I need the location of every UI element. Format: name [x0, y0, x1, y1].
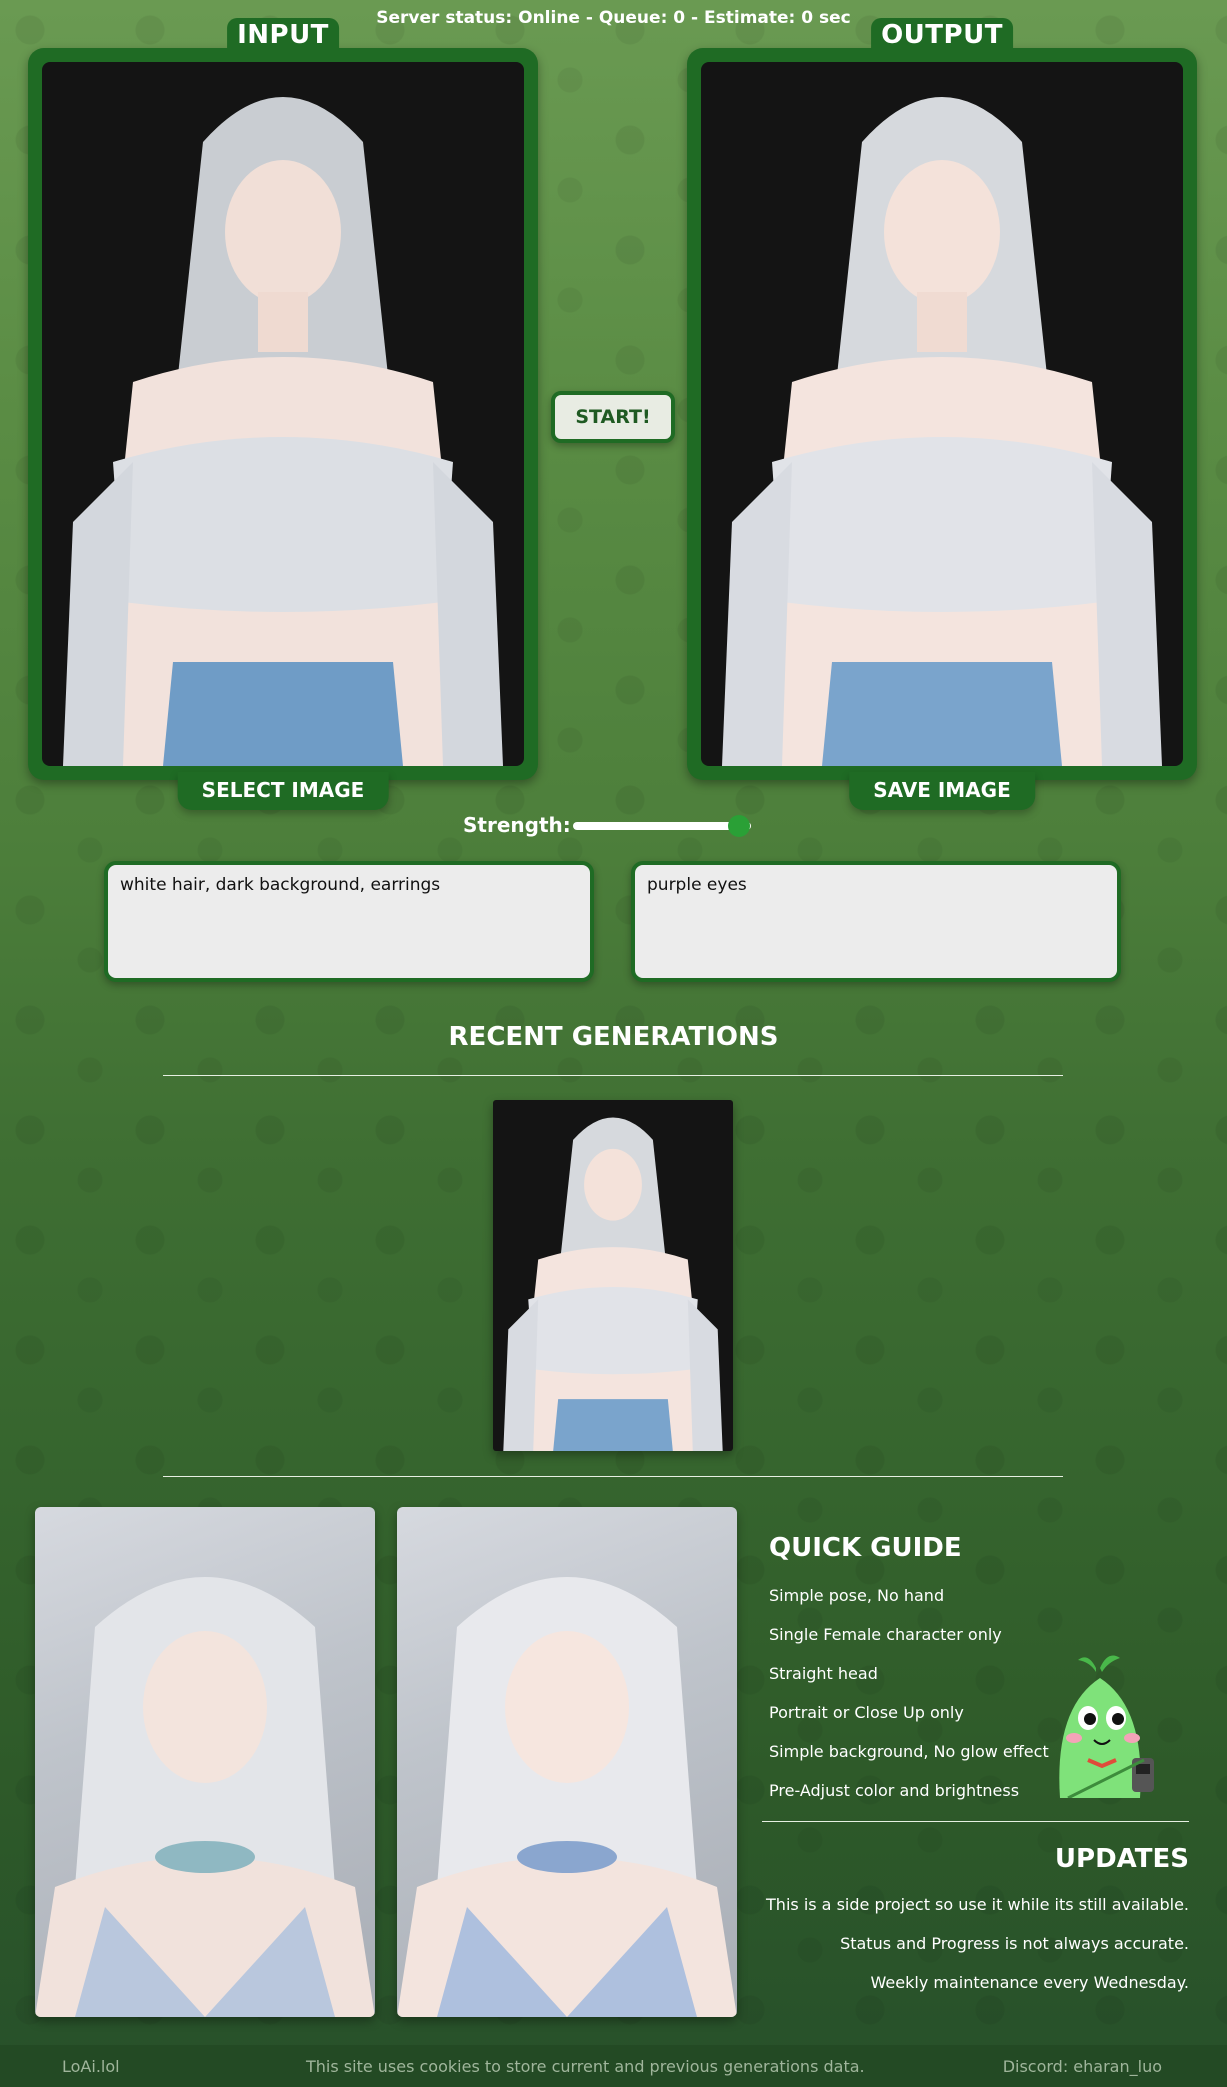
- update-item: This is a side project so use it while i…: [766, 1895, 1189, 1914]
- start-button[interactable]: START!: [551, 391, 675, 443]
- output-image: [701, 62, 1183, 766]
- recent-generations-title: RECENT GENERATIONS: [448, 1022, 779, 1052]
- guide-item: Pre-Adjust color and brightness: [769, 1781, 1020, 1800]
- footer-site-link[interactable]: LoAi.lol: [62, 2057, 120, 2076]
- update-item: Weekly maintenance every Wednesday.: [870, 1973, 1189, 1992]
- input-image[interactable]: [42, 62, 524, 766]
- positive-prompt-input[interactable]: white hair, dark background, earrings: [104, 861, 594, 982]
- guide-item: Single Female character only: [769, 1625, 1002, 1644]
- updates-list: This is a side project so use it while i…: [766, 1895, 1189, 2012]
- updates-title: UPDATES: [1054, 1844, 1189, 1874]
- guide-item: Simple pose, No hand: [769, 1586, 945, 1605]
- footer: LoAi.lol This site uses cookies to store…: [0, 2045, 1227, 2087]
- strength-slider-thumb[interactable]: [727, 815, 750, 837]
- save-image-button[interactable]: SAVE IMAGE: [849, 772, 1035, 810]
- quick-guide-list: Simple pose, No hand Single Female chara…: [769, 1586, 1049, 1820]
- sample-after-image: [397, 1507, 737, 2017]
- quick-guide-title: QUICK GUIDE: [769, 1533, 962, 1563]
- guide-divider: [762, 1821, 1189, 1822]
- recent-generation-thumbnail[interactable]: [493, 1100, 733, 1451]
- input-character-image: [63, 97, 503, 766]
- update-item: Status and Progress is not always accura…: [840, 1934, 1189, 1953]
- recent-thumbnail-image: [503, 1117, 723, 1451]
- input-label: INPUT: [227, 18, 339, 50]
- footer-cookie-notice: This site uses cookies to store current …: [306, 2057, 865, 2076]
- server-status: Server status: Online - Queue: 0 - Estim…: [376, 8, 851, 28]
- output-character-image: [722, 97, 1162, 766]
- negative-prompt-input[interactable]: purple eyes: [631, 861, 1121, 982]
- output-panel: OUTPUT SAVE IMAGE: [687, 18, 1197, 810]
- sample-before-image: [35, 1507, 375, 2017]
- recent-bottom-divider: [163, 1476, 1063, 1477]
- mascot-icon: [1059, 1655, 1154, 1798]
- input-panel: INPUT SELECT IMAGE: [28, 18, 538, 810]
- guide-item: Straight head: [769, 1664, 878, 1683]
- strength-label: Strength:: [463, 813, 571, 837]
- recent-top-divider: [163, 1075, 1063, 1076]
- strength-slider[interactable]: [573, 815, 751, 837]
- output-label: OUTPUT: [871, 18, 1013, 50]
- guide-item: Portrait or Close Up only: [769, 1703, 964, 1722]
- guide-item: Simple background, No glow effect: [769, 1742, 1049, 1761]
- select-image-button[interactable]: SELECT IMAGE: [177, 772, 389, 810]
- footer-discord[interactable]: Discord: eharan_luo: [1003, 2057, 1162, 2076]
